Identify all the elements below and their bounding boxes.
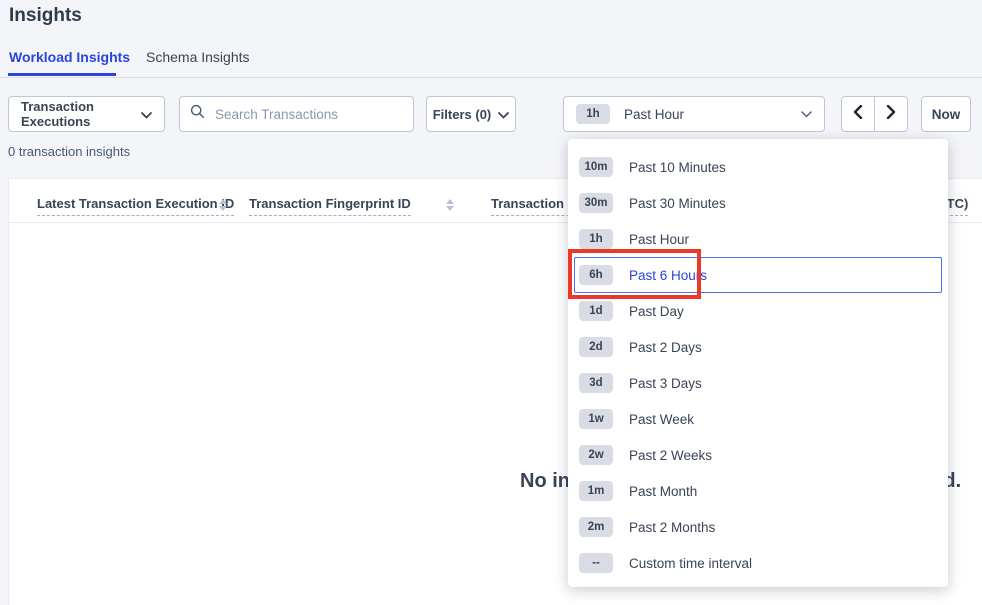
time-option-badge: 6h xyxy=(579,265,613,285)
insight-type-select-label: Transaction Executions xyxy=(21,99,141,129)
time-option-label: Past Hour xyxy=(629,232,689,247)
insight-type-select[interactable]: Transaction Executions xyxy=(8,96,165,132)
time-interval-label: Past Hour xyxy=(624,107,684,122)
time-option-badge: 2d xyxy=(579,337,613,357)
next-interval-button[interactable] xyxy=(874,97,907,131)
tab-schema-insights[interactable]: Schema Insights xyxy=(146,49,250,65)
time-option-past-3-days[interactable]: 3d Past 3 Days xyxy=(574,365,942,401)
time-option-past-month[interactable]: 1m Past Month xyxy=(574,473,942,509)
now-button-label: Now xyxy=(932,107,961,122)
time-interval-select[interactable]: 1h Past Hour xyxy=(563,96,825,132)
time-option-label: Past Month xyxy=(629,484,697,499)
time-option-label: Past Week xyxy=(629,412,694,427)
time-option-past-week[interactable]: 1w Past Week xyxy=(574,401,942,437)
time-option-past-6-hours[interactable]: 6h Past 6 Hours xyxy=(574,257,942,293)
tab-workload-insights[interactable]: Workload Insights xyxy=(9,49,130,65)
chevron-down-icon xyxy=(141,107,152,122)
tabs-divider xyxy=(0,77,982,78)
time-option-label: Past Day xyxy=(629,304,684,319)
chevron-down-icon xyxy=(801,105,812,123)
time-option-past-2-months[interactable]: 2m Past 2 Months xyxy=(574,509,942,545)
time-option-past-2-days[interactable]: 2d Past 2 Days xyxy=(574,329,942,365)
time-option-badge: -- xyxy=(579,553,613,573)
time-option-badge: 2m xyxy=(579,517,613,537)
time-option-badge: 3d xyxy=(579,373,613,393)
now-button[interactable]: Now xyxy=(921,96,971,132)
time-option-label: Past 2 Days xyxy=(629,340,702,355)
filters-button-label: Filters (0) xyxy=(433,107,492,122)
column-header-transaction-fingerprint-id[interactable]: Transaction Fingerprint ID xyxy=(249,196,411,216)
search-transactions-input[interactable] xyxy=(213,106,403,123)
time-option-badge: 2w xyxy=(579,445,613,465)
time-interval-dropdown: 10m Past 10 Minutes 30m Past 30 Minutes … xyxy=(568,139,948,587)
previous-interval-button[interactable] xyxy=(842,97,874,131)
insights-count-summary: 0 transaction insights xyxy=(8,144,130,159)
time-option-past-2-weeks[interactable]: 2w Past 2 Weeks xyxy=(574,437,942,473)
column-header-latest-transaction-execution-id[interactable]: Latest Transaction Execution ID xyxy=(37,196,234,216)
chevron-right-icon xyxy=(886,105,896,124)
time-option-badge: 1h xyxy=(579,229,613,249)
time-nav-group xyxy=(841,96,908,132)
page-title: Insights xyxy=(9,5,82,27)
time-option-badge: 1d xyxy=(579,301,613,321)
time-option-badge: 1w xyxy=(579,409,613,429)
filters-button[interactable]: Filters (0) xyxy=(426,96,516,132)
time-option-label: Past 2 Weeks xyxy=(629,448,712,463)
search-icon xyxy=(190,104,205,124)
time-option-badge: 30m xyxy=(579,193,613,213)
time-option-badge: 1m xyxy=(579,481,613,501)
active-tab-underline xyxy=(8,73,116,76)
time-option-label: Custom time interval xyxy=(629,556,752,571)
time-option-past-30-minutes[interactable]: 30m Past 30 Minutes xyxy=(574,185,942,221)
time-option-label: Past 2 Months xyxy=(629,520,715,535)
time-option-past-day[interactable]: 1d Past Day xyxy=(574,293,942,329)
time-option-badge: 10m xyxy=(579,157,613,177)
sort-icon[interactable] xyxy=(219,199,227,211)
time-option-label: Past 30 Minutes xyxy=(629,196,726,211)
insights-page: Insights Workload Insights Schema Insigh… xyxy=(0,0,982,605)
chevron-down-icon xyxy=(498,107,509,122)
time-option-past-10-minutes[interactable]: 10m Past 10 Minutes xyxy=(574,149,942,185)
chevron-left-icon xyxy=(853,105,863,124)
time-option-past-hour[interactable]: 1h Past Hour xyxy=(574,221,942,257)
time-interval-badge: 1h xyxy=(576,104,610,124)
time-option-label: Past 6 Hours xyxy=(629,268,707,283)
time-option-custom-interval[interactable]: -- Custom time interval xyxy=(574,545,942,581)
sort-icon[interactable] xyxy=(446,199,454,211)
time-option-label: Past 10 Minutes xyxy=(629,160,726,175)
search-transactions-box[interactable] xyxy=(179,96,414,132)
time-option-label: Past 3 Days xyxy=(629,376,702,391)
